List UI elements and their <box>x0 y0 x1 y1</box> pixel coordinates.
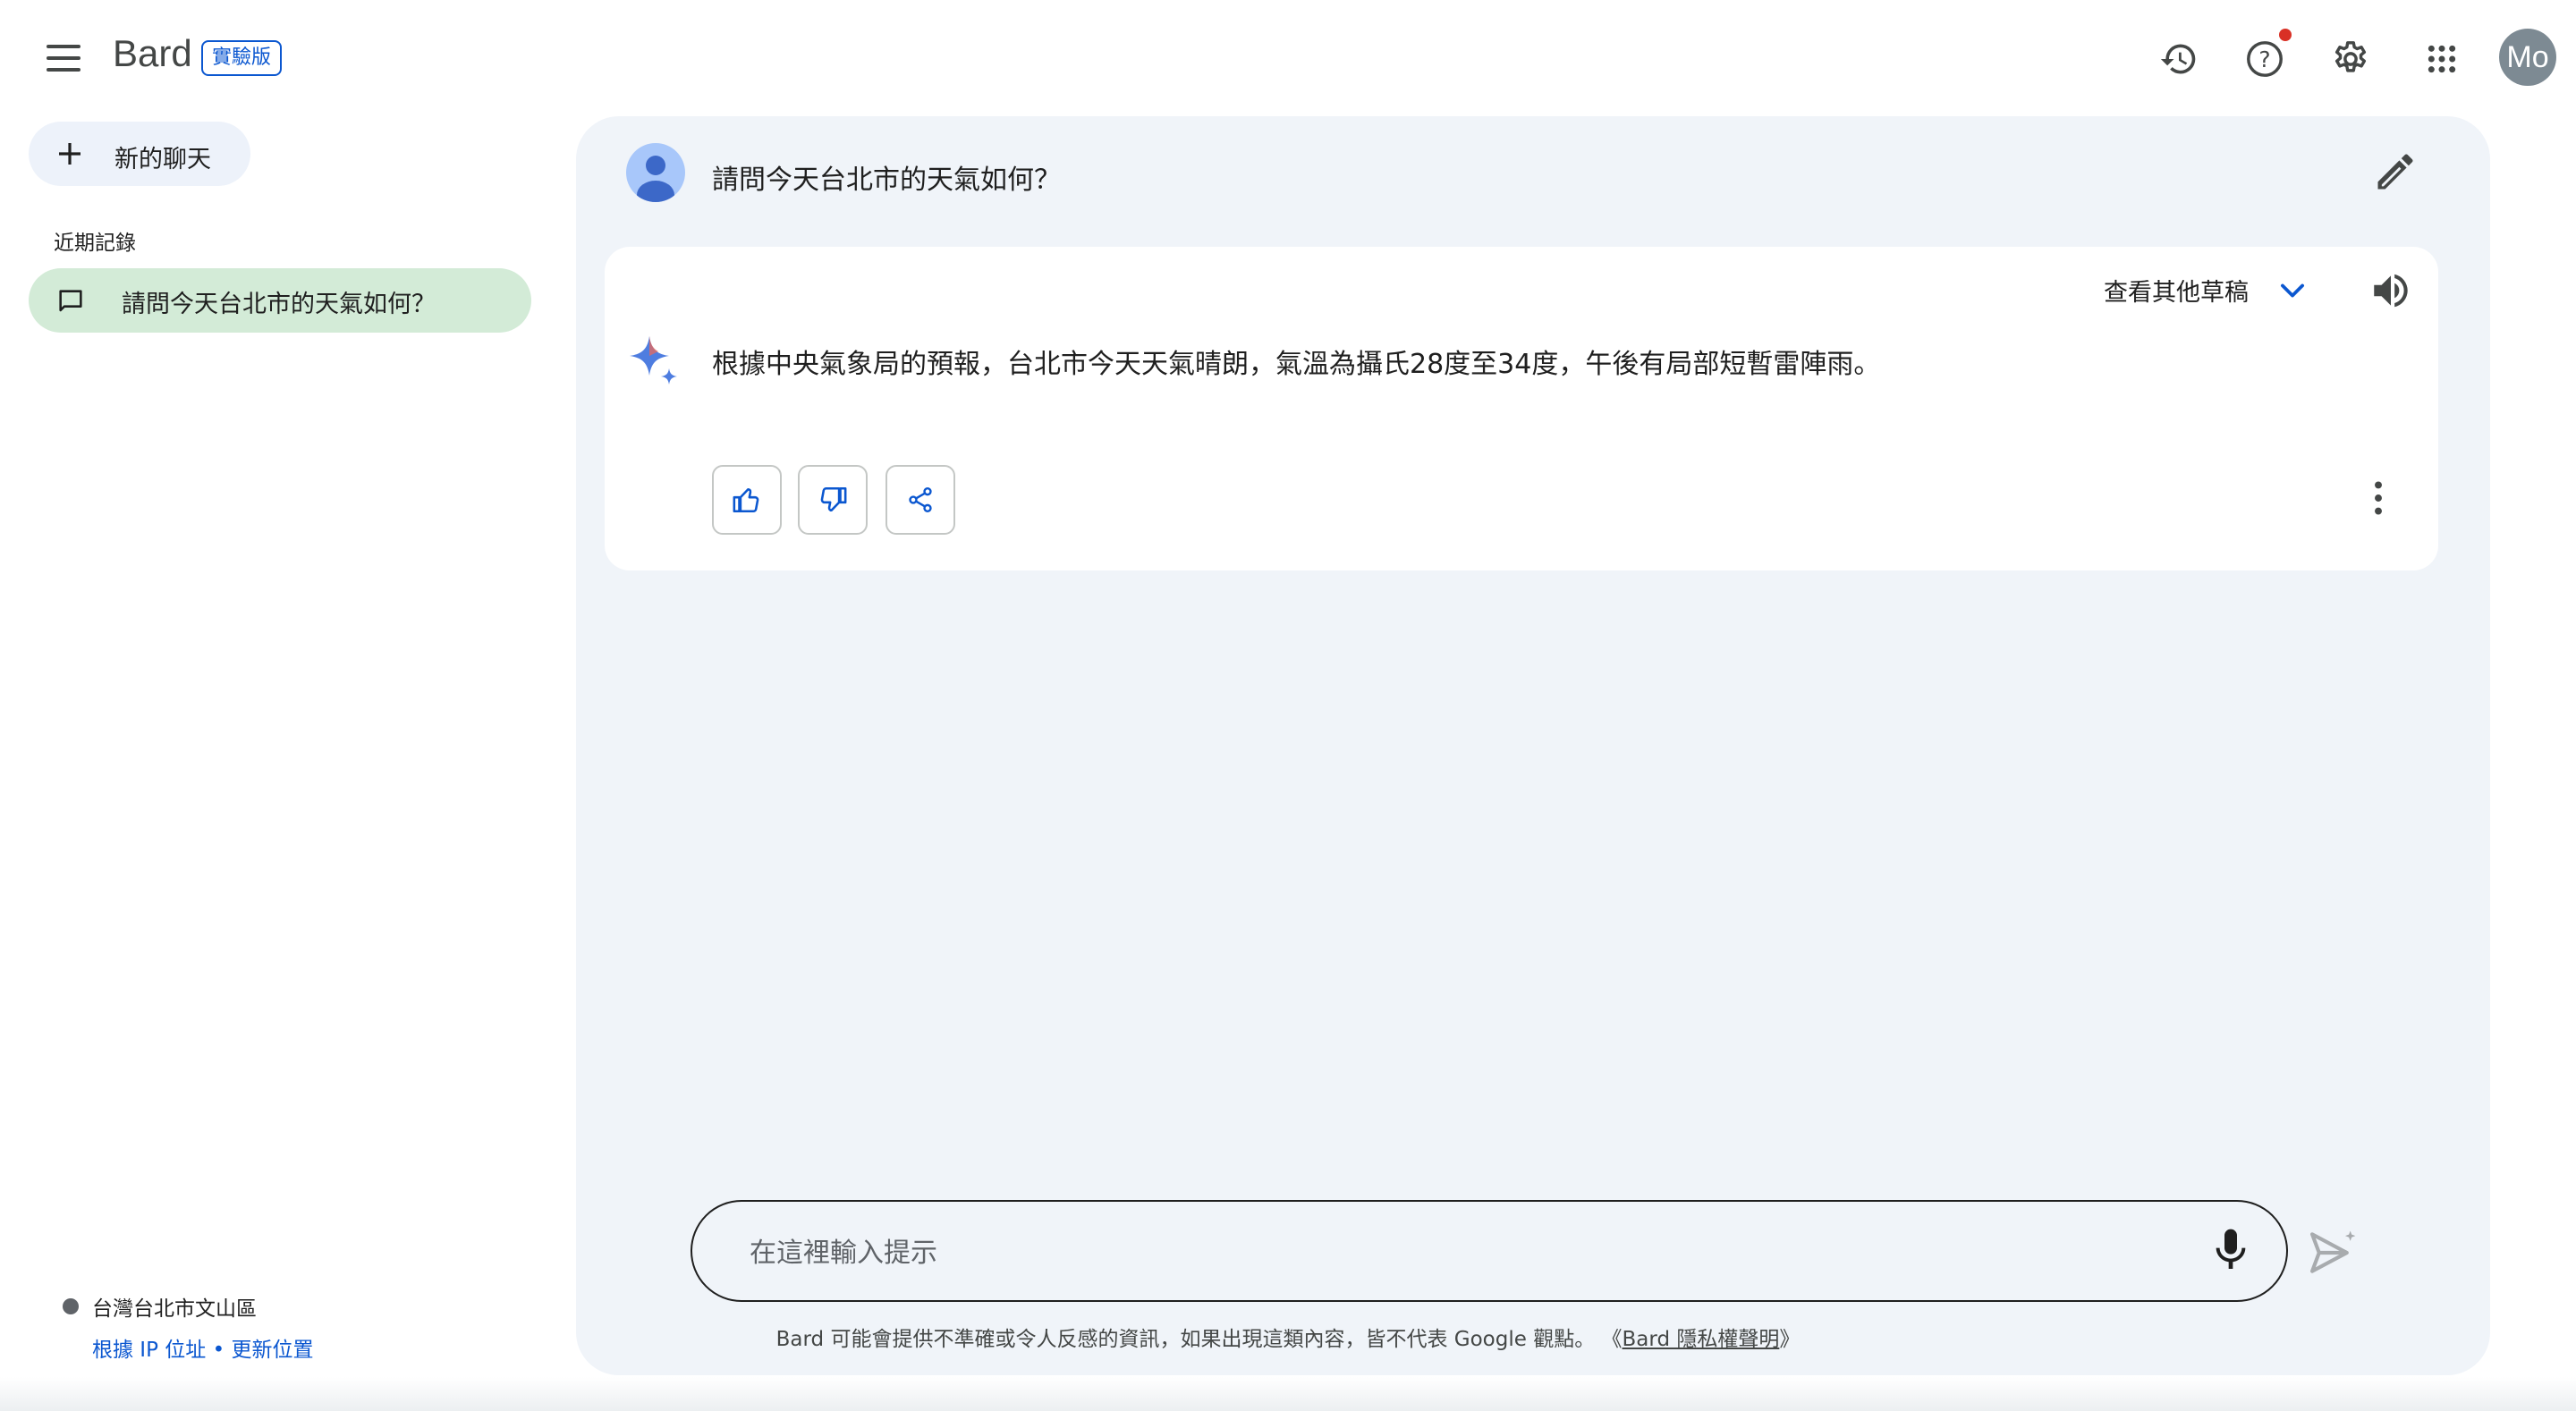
chat-bubble-icon <box>59 290 82 312</box>
chevron-down-icon[interactable] <box>2275 274 2309 308</box>
menu-icon[interactable] <box>39 36 89 80</box>
location-dot-icon <box>63 1298 79 1314</box>
more-options-icon[interactable] <box>2356 476 2401 520</box>
speaker-icon[interactable] <box>2368 268 2413 313</box>
thumbs-down-icon <box>820 486 847 512</box>
history-icon[interactable] <box>2152 32 2206 86</box>
disclaimer: Bard 可能會提供不準確或令人反感的資訊，如果出現這類內容，皆不代表 Goog… <box>0 1322 2576 1352</box>
bard-sparkle-icon <box>626 333 683 390</box>
user-query-text: 請問今天台北市的天氣如何？ <box>712 165 1061 196</box>
thumbs-down-button[interactable] <box>798 465 868 535</box>
user-avatar <box>626 143 685 202</box>
svg-text:?: ? <box>2258 46 2270 72</box>
share-icon <box>909 487 932 512</box>
apps-icon[interactable] <box>2415 32 2469 86</box>
edit-icon[interactable] <box>2372 148 2419 195</box>
thumbs-up-icon <box>733 487 759 513</box>
settings-icon[interactable] <box>2324 32 2377 86</box>
privacy-close-bracket: 》 <box>1779 1328 1801 1351</box>
recent-section-title: 近期記錄 <box>54 232 136 255</box>
privacy-open-bracket: 《 <box>1601 1328 1623 1351</box>
share-button[interactable] <box>886 465 955 535</box>
recent-chat-label: 請問今天台北市的天氣如何？ <box>122 291 436 318</box>
prompt-input[interactable] <box>748 1227 2147 1279</box>
disclaimer-text: Bard 可能會提供不準確或令人反感的資訊，如果出現這類內容，皆不代表 Goog… <box>775 1328 1596 1351</box>
plus-icon <box>59 143 80 165</box>
recent-chat-item[interactable]: 請問今天台北市的天氣如何？ <box>29 268 531 333</box>
brand-logo: Bard <box>113 32 192 74</box>
response-text: 根據中央氣象局的預報，台北市今天天氣晴朗，氣溫為攝氏28度至34度，午後有局部短… <box>712 349 1881 380</box>
notification-dot <box>2279 29 2292 41</box>
bottom-shade <box>0 1377 2576 1411</box>
prompt-box <box>691 1200 2288 1302</box>
location-name: 台灣台北市文山區 <box>92 1297 257 1321</box>
privacy-notice-link[interactable]: Bard 隱私權聲明 <box>1623 1328 1780 1351</box>
view-drafts-button[interactable]: 查看其他草稿 <box>2104 273 2249 308</box>
account-avatar[interactable]: Mo <box>2499 29 2556 86</box>
top-bar: Bard 實驗版 ? Mo <box>0 0 2576 116</box>
microphone-icon[interactable] <box>2206 1225 2256 1275</box>
new-chat-button[interactable]: 新的聊天 <box>29 122 250 186</box>
send-icon[interactable] <box>2304 1225 2360 1280</box>
thumbs-up-button[interactable] <box>712 465 782 535</box>
experiment-badge: 實驗版 <box>201 40 283 76</box>
new-chat-label: 新的聊天 <box>114 146 211 173</box>
